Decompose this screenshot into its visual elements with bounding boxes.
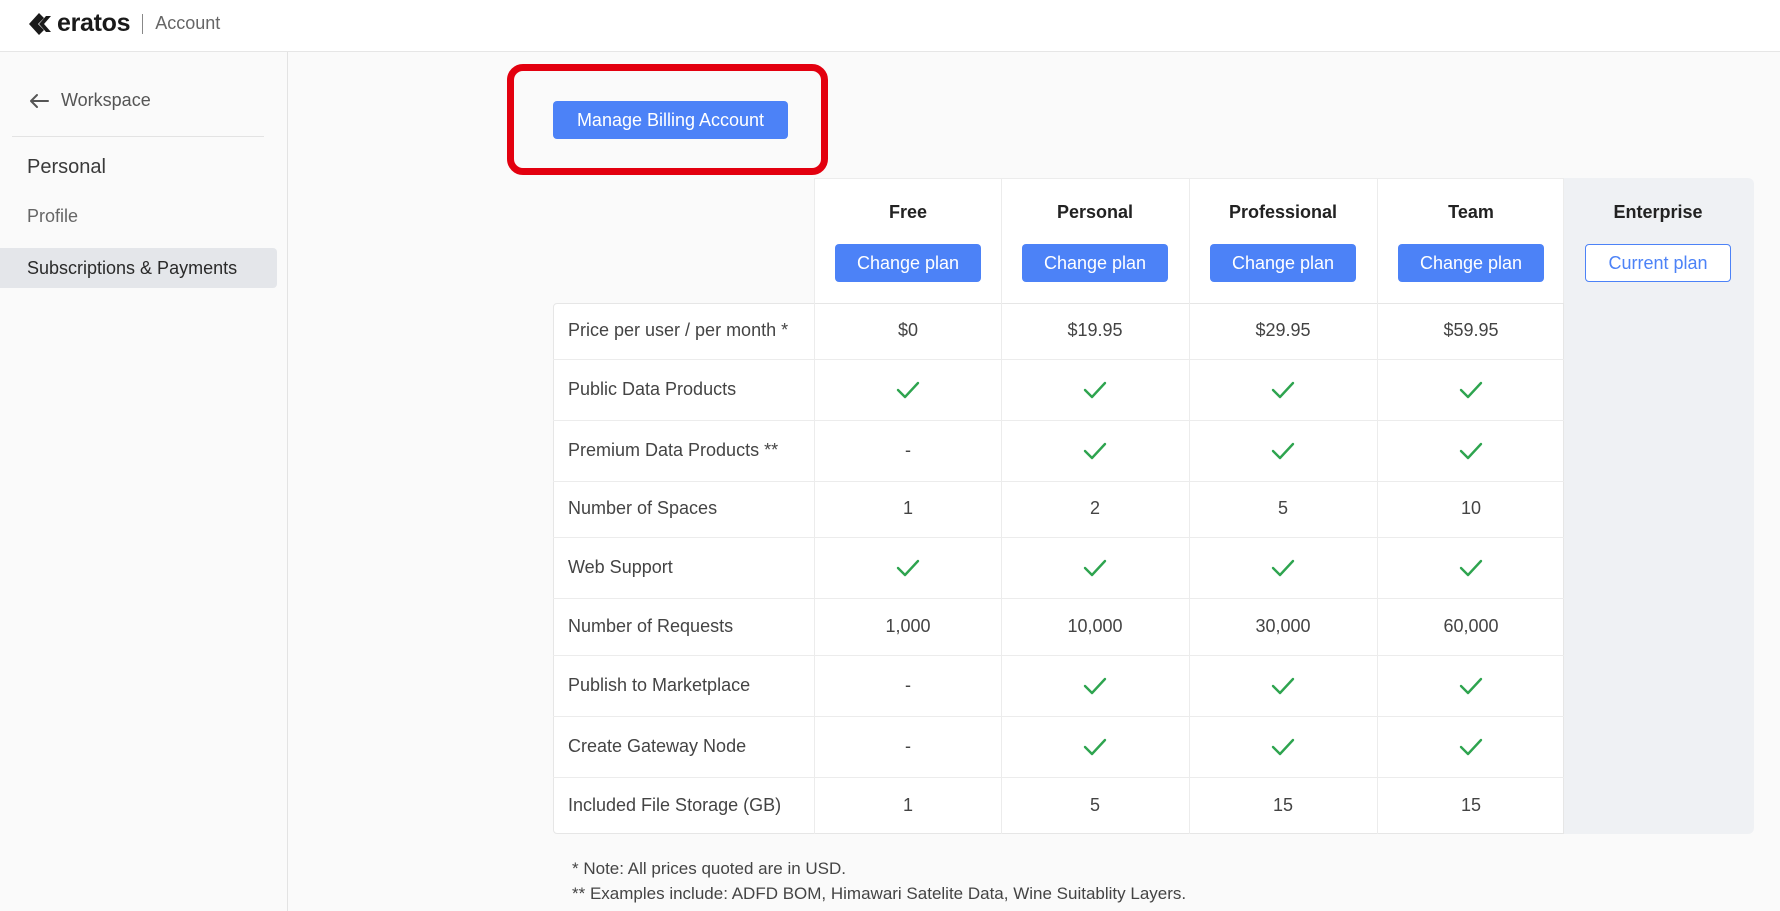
- check-icon: [896, 559, 920, 576]
- feature-value: 1: [902, 498, 913, 518]
- feature-label: Web Support: [568, 556, 673, 577]
- row-divider: [553, 481, 1564, 482]
- check-icon: [1271, 442, 1295, 459]
- check-icon: [1459, 559, 1483, 576]
- change-plan-button-team[interactable]: Change plan: [1398, 244, 1544, 282]
- check-icon: [1271, 559, 1295, 576]
- feature-label: Number of Requests: [568, 615, 734, 636]
- plan-name-team: Team: [1448, 202, 1494, 222]
- change-plan-button-personal[interactable]: Change plan: [1022, 244, 1168, 282]
- check-icon: [1271, 677, 1295, 694]
- change-plan-button-professional[interactable]: Change plan: [1210, 244, 1356, 282]
- row-divider: [553, 716, 1564, 717]
- check-icon: [1459, 442, 1483, 459]
- check-icon: [1459, 677, 1483, 694]
- section-title: Account: [155, 13, 221, 33]
- sidebar-item-profile[interactable]: Profile: [0, 196, 277, 236]
- plan-name-enterprise: Enterprise: [1613, 202, 1703, 222]
- footnote-examples: ** Examples include: ADFD BOM, Himawari …: [572, 884, 1187, 903]
- sidebar: Workspace Personal Profile Subscriptions…: [0, 52, 288, 911]
- row-divider: [553, 598, 1564, 599]
- check-icon: [1083, 677, 1107, 694]
- feature-value: -: [905, 439, 911, 460]
- check-icon: [896, 381, 920, 398]
- header-divider: [142, 13, 144, 34]
- row-divider: [553, 655, 1564, 656]
- feature-label: Create Gateway Node: [568, 735, 747, 756]
- row-divider: [553, 777, 1564, 778]
- feature-value: 10,000: [1067, 615, 1123, 636]
- current-plan-button-enterprise[interactable]: Current plan: [1585, 244, 1731, 282]
- feature-value: 60,000: [1443, 615, 1499, 636]
- check-icon: [1083, 381, 1107, 398]
- check-icon: [1271, 738, 1295, 755]
- feature-label: Publish to Marketplace: [568, 674, 751, 695]
- back-to-workspace-link[interactable]: Workspace: [29, 90, 151, 111]
- feature-label: Premium Data Products **: [568, 439, 779, 460]
- sidebar-heading: Personal: [27, 156, 106, 178]
- plan-name-personal: Personal: [1056, 202, 1134, 222]
- feature-label: Number of Spaces: [568, 498, 718, 518]
- logo[interactable]: eratos Account: [27, 9, 220, 38]
- feature-value: $0: [897, 320, 919, 340]
- feature-value: $19.95: [1067, 320, 1123, 340]
- feature-value: 1,000: [885, 615, 931, 636]
- row-divider: [553, 537, 1564, 538]
- feature-value: 2: [1089, 498, 1100, 518]
- check-icon: [1459, 381, 1483, 398]
- check-icon: [1271, 381, 1295, 398]
- feature-value: 15: [1460, 794, 1482, 815]
- row-divider: [553, 420, 1564, 421]
- feature-value: 15: [1272, 794, 1294, 815]
- sidebar-item-subscriptions[interactable]: Subscriptions & Payments: [0, 248, 277, 288]
- brand-name: eratos: [57, 9, 131, 37]
- check-icon: [1083, 738, 1107, 755]
- change-plan-button-free[interactable]: Change plan: [835, 244, 981, 282]
- feature-value: $29.95: [1255, 320, 1311, 340]
- feature-value: 5: [1089, 794, 1100, 815]
- sidebar-divider: [12, 136, 264, 137]
- eratos-logo-icon: [29, 12, 51, 35]
- row-divider: [553, 359, 1564, 360]
- footnotes: * Note: All prices quoted are in USD. **…: [572, 856, 1186, 906]
- feature-value: 5: [1277, 498, 1288, 518]
- arrow-left-icon: [30, 93, 49, 108]
- manage-billing-account-button[interactable]: Manage Billing Account: [553, 101, 788, 139]
- feature-label: Public Data Products: [568, 378, 737, 399]
- check-icon: [1459, 738, 1483, 755]
- feature-label: Included File Storage (GB): [568, 794, 782, 815]
- check-icon: [1083, 559, 1107, 576]
- feature-value: -: [905, 674, 911, 695]
- plan-name-free: Free: [888, 202, 928, 222]
- feature-value: -: [905, 735, 911, 756]
- check-icon: [1083, 442, 1107, 459]
- feature-value: 30,000: [1255, 615, 1311, 636]
- footnote-price: * Note: All prices quoted are in USD.: [572, 859, 847, 878]
- feature-value: 1: [902, 794, 913, 815]
- feature-value: $59.95: [1443, 320, 1499, 340]
- feature-value: 10: [1460, 498, 1482, 518]
- plan-name-professional: Professional: [1228, 202, 1338, 222]
- feature-label: Price per user / per month *: [568, 320, 789, 340]
- top-bar: eratos Account: [0, 0, 1780, 52]
- back-label: Workspace: [61, 90, 151, 110]
